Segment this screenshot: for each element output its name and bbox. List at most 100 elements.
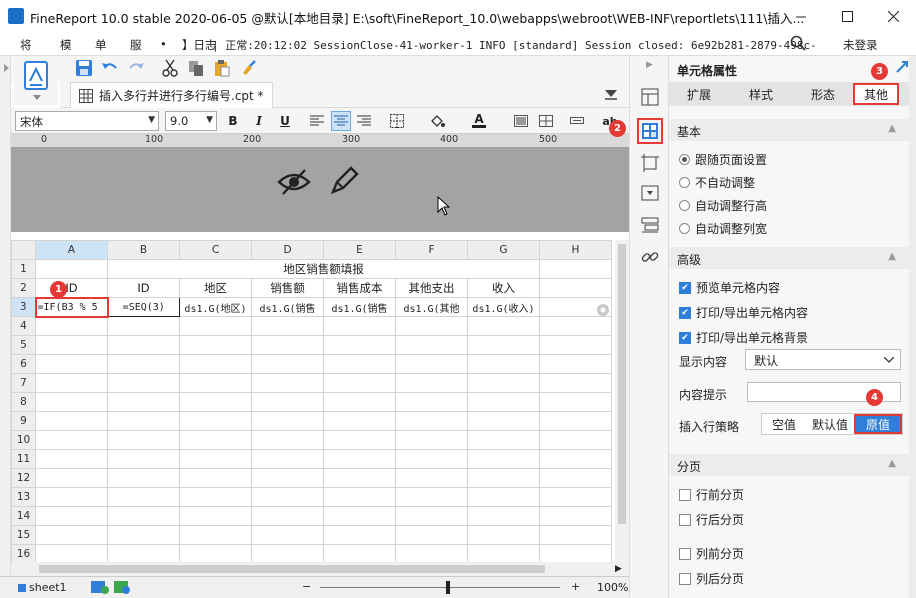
align-center-icon[interactable] <box>331 111 351 131</box>
left-collapse-strip[interactable] <box>0 56 11 576</box>
link-icon[interactable] <box>639 246 661 268</box>
menu-item[interactable]: • <box>160 37 167 51</box>
radio-auto-row-height[interactable]: 自动调整行高 <box>679 197 767 214</box>
paste-icon[interactable] <box>213 59 231 77</box>
checkbox[interactable]: ✔ <box>679 281 691 294</box>
radio-auto-col-width[interactable]: 自动调整列宽 <box>679 220 767 237</box>
row-header[interactable]: 1 <box>11 259 36 279</box>
zoom-slider-track[interactable] <box>320 587 560 588</box>
row-header[interactable]: 5 <box>11 335 36 355</box>
layout-icon[interactable] <box>639 86 661 108</box>
formula-cell[interactable]: ds1.G(其他 <box>395 297 468 317</box>
scroll-thumb[interactable] <box>618 244 626 524</box>
vertical-scrollbar[interactable] <box>615 240 629 562</box>
tab-form[interactable]: 形态 <box>793 82 853 106</box>
align-left-icon[interactable] <box>307 111 327 131</box>
header-cell[interactable]: ID <box>107 278 180 298</box>
font-size-select[interactable]: 9.0 ▼ <box>165 111 217 131</box>
zoom-slider-thumb[interactable] <box>446 581 450 594</box>
font-family-select[interactable]: 宋体 ▼ <box>15 111 159 131</box>
header-cell[interactable]: 销售额 <box>251 278 324 298</box>
pin-icon[interactable] <box>896 61 908 73</box>
align-right-icon[interactable] <box>354 111 374 131</box>
row-header[interactable]: 13 <box>11 487 36 507</box>
tab-other[interactable]: 其他 <box>853 83 899 105</box>
menu-item[interactable]: 将 <box>20 37 32 53</box>
row-header[interactable]: 10 <box>11 430 36 450</box>
maximize-button[interactable] <box>824 0 870 32</box>
row-header[interactable]: 16 <box>11 544 36 562</box>
row-header[interactable]: 14 <box>11 506 36 526</box>
formula-cell-b3[interactable]: =SEQ(3) <box>107 297 180 317</box>
radio-follow-page[interactable]: 跟随页面设置 <box>679 151 767 168</box>
check-col-after-page[interactable]: 列后分页 <box>679 570 744 587</box>
row-header[interactable]: 7 <box>11 373 36 393</box>
column-header[interactable]: F <box>395 240 468 260</box>
zoom-in-button[interactable]: + <box>571 580 580 593</box>
check-print-background[interactable]: ✔ 打印/导出单元格背景 <box>679 329 808 346</box>
add-sheet-icon[interactable] <box>90 580 130 594</box>
check-preview-content[interactable]: ✔ 预览单元格内容 <box>679 279 780 296</box>
section-basic-header[interactable]: 基本 ▲ <box>669 119 916 141</box>
row-header[interactable]: 6 <box>11 354 36 374</box>
menu-item[interactable]: 模 <box>60 37 72 53</box>
header-cell[interactable]: ID <box>35 278 108 298</box>
radio[interactable] <box>679 200 690 211</box>
redo-icon[interactable] <box>127 59 145 77</box>
bold-button[interactable]: B <box>223 111 243 131</box>
row-header[interactable]: 8 <box>11 392 36 412</box>
column-header[interactable]: A <box>35 240 108 260</box>
row-header[interactable]: 3 <box>11 297 36 317</box>
checkbox[interactable]: ✔ <box>679 306 691 319</box>
italic-button[interactable]: I <box>249 111 269 131</box>
column-header[interactable]: C <box>179 240 252 260</box>
menu-item[interactable]: 单 <box>95 37 107 53</box>
text-color-button[interactable]: A <box>469 111 489 131</box>
undo-icon[interactable] <box>101 59 119 77</box>
formula-cell[interactable]: ds1.G(地区) <box>179 297 252 317</box>
formula-cell[interactable]: ds1.G(销售 <box>251 297 324 317</box>
check-print-content[interactable]: ✔ 打印/导出单元格内容 <box>679 304 808 321</box>
display-content-select[interactable]: 默认 <box>745 349 901 370</box>
search-icon[interactable] <box>790 35 806 51</box>
title-cell[interactable]: 地区销售额填报 <box>107 259 540 279</box>
menu-item[interactable]: 服 <box>130 37 142 53</box>
cell[interactable] <box>539 259 612 279</box>
tab-expand[interactable]: 扩展 <box>669 82 729 106</box>
underline-button[interactable]: U <box>275 111 295 131</box>
tab-list-icon[interactable] <box>604 88 618 100</box>
insert-null-option[interactable]: 空值 <box>762 414 806 434</box>
row-header[interactable]: 4 <box>11 316 36 336</box>
check-col-before-page[interactable]: 列前分页 <box>679 545 744 562</box>
row-header[interactable]: 15 <box>11 525 36 545</box>
check-row-before-page[interactable]: 行前分页 <box>679 486 744 503</box>
cell[interactable] <box>539 278 612 298</box>
formula-cell[interactable]: ds1.G(销售 <box>323 297 396 317</box>
row-header[interactable]: 12 <box>11 468 36 488</box>
checkbox[interactable] <box>679 513 691 526</box>
checkbox[interactable] <box>679 572 691 585</box>
cut-icon[interactable] <box>161 59 179 77</box>
border-icon[interactable] <box>387 111 407 131</box>
column-header[interactable]: G <box>467 240 540 260</box>
cell[interactable] <box>35 259 108 279</box>
row-header[interactable]: 2 <box>11 278 36 298</box>
insert-default-option[interactable]: 默认值 <box>806 414 854 434</box>
wrap-icon[interactable] <box>567 111 587 131</box>
check-row-after-page[interactable]: 行后分页 <box>679 511 744 528</box>
scroll-thumb[interactable] <box>39 565 545 573</box>
close-button[interactable] <box>870 0 916 32</box>
header-cell[interactable]: 销售成本 <box>323 278 396 298</box>
condition-icon[interactable] <box>639 214 661 236</box>
widget-icon[interactable] <box>639 182 661 204</box>
column-header[interactable]: B <box>107 240 180 260</box>
header-cell[interactable]: 收入 <box>467 278 540 298</box>
spreadsheet-grid[interactable]: A B C D E F G H 1 地区销售额填报 2 ID ID 地区 销售额… <box>11 240 629 562</box>
column-header[interactable]: E <box>323 240 396 260</box>
sheet-tab[interactable]: sheet1 <box>18 581 67 594</box>
section-advanced-header[interactable]: 高级 ▲ <box>669 247 916 269</box>
template-icon[interactable] <box>14 57 58 105</box>
radio-selected[interactable] <box>679 154 690 165</box>
frame-icon[interactable] <box>639 152 661 174</box>
header-cell[interactable]: 其他支出 <box>395 278 468 298</box>
